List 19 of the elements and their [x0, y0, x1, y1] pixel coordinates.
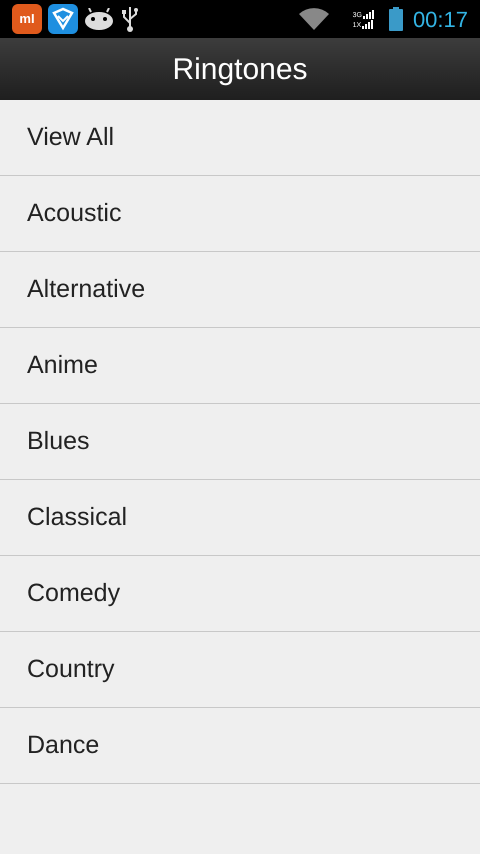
list-item[interactable]: Dance: [0, 708, 480, 784]
shield-icon: [48, 4, 78, 34]
app-badge: mI: [12, 4, 42, 34]
list-item[interactable]: Classical: [0, 480, 480, 556]
list-item[interactable]: Anime: [0, 328, 480, 404]
battery-icon: [388, 7, 403, 31]
wifi-icon: [298, 8, 329, 30]
clock: 00:17: [412, 6, 468, 34]
list-item[interactable]: View All: [0, 100, 480, 176]
list-item[interactable]: Alternative: [0, 252, 480, 328]
list-item[interactable]: Comedy: [0, 556, 480, 632]
screen-title: Ringtones: [172, 52, 308, 88]
list-item[interactable]: Acoustic: [0, 176, 480, 252]
usb-icon: [120, 5, 140, 33]
signal-icon: [362, 20, 374, 28]
signal-icon: [362, 10, 375, 18]
list-item[interactable]: Country: [0, 632, 480, 708]
android-icon: [84, 8, 114, 30]
list-item[interactable]: Blues: [0, 404, 480, 480]
